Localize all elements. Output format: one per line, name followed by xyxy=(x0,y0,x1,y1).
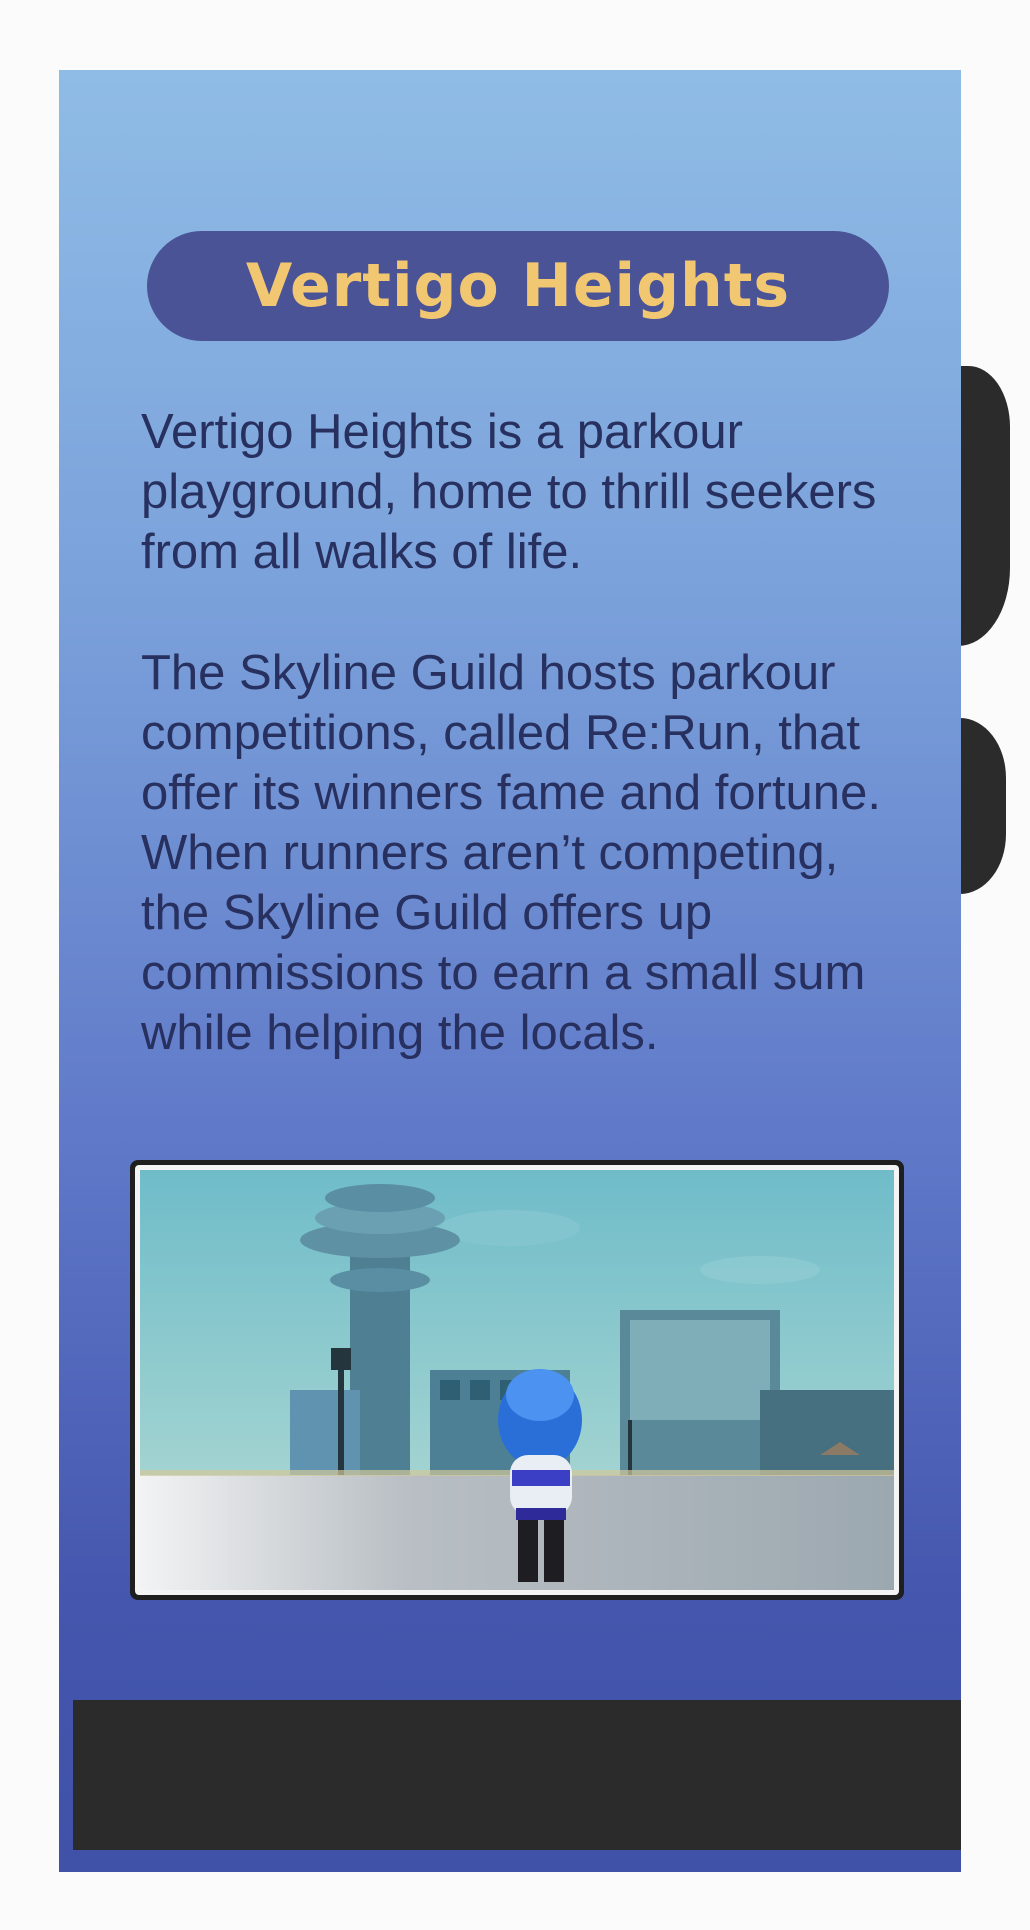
side-tab-bottom xyxy=(958,718,1006,894)
description-paragraph-1: Vertigo Heights is a parkour playground,… xyxy=(141,405,877,579)
game-screenshot-frame xyxy=(130,1160,904,1600)
game-screenshot xyxy=(135,1165,899,1595)
side-tab-top xyxy=(958,366,1010,646)
description-paragraph-2: The Skyline Guild hosts parkour competit… xyxy=(141,646,881,1060)
game-scene-image xyxy=(140,1170,894,1590)
bottom-bar xyxy=(73,1700,961,1850)
card-title: Vertigo Heights xyxy=(245,251,791,321)
info-card: Vertigo Heights Vertigo Heights is a par… xyxy=(59,70,961,1872)
title-banner: Vertigo Heights xyxy=(147,231,889,341)
